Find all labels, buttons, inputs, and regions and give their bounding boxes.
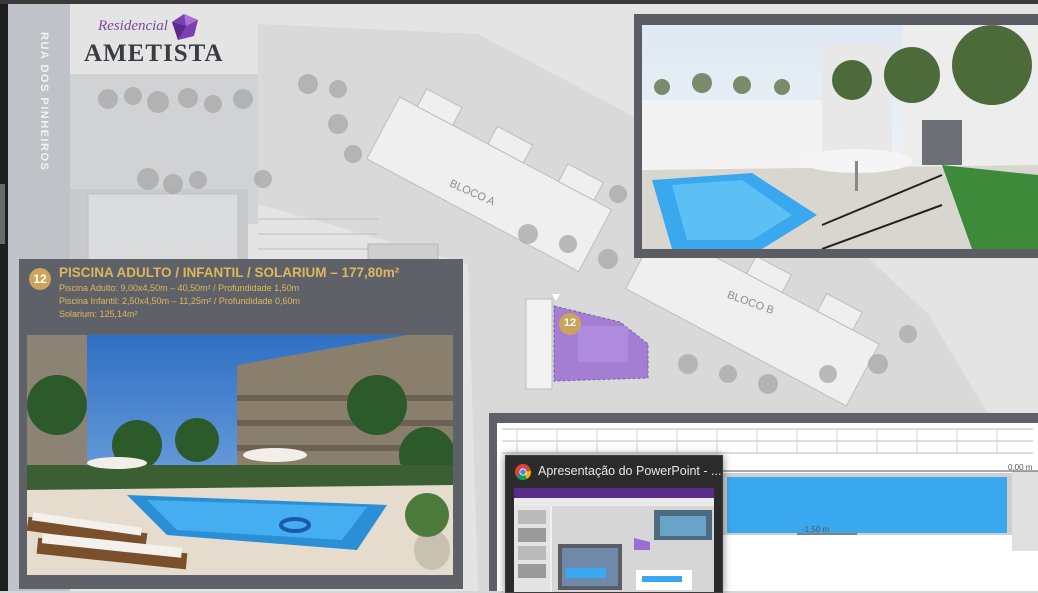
pool-render-main <box>27 335 453 575</box>
street-label: RUA DOS PINHEIROS <box>38 32 50 172</box>
amenity-detail-solarium: Solarium: 125,14m² <box>59 309 138 319</box>
section-level-top: 0,00 m <box>1008 463 1033 472</box>
amenity-detail-adult-pool: Piscina Adulto: 9,00x4,50m – 40,50m² / P… <box>59 283 300 293</box>
amenity-title: PISCINA ADULTO / INFANTIL / SOLARIUM – 1… <box>59 265 400 280</box>
preview-window-title: Apresentação do PowerPoint - ... <box>538 464 722 478</box>
left-edge-strip <box>0 4 8 591</box>
chrome-icon <box>515 464 531 480</box>
logo-name-text: AMETISTA <box>84 40 224 67</box>
preview-thumbnail[interactable] <box>514 488 714 592</box>
section-level-depth: -1,50 m <box>802 525 830 534</box>
logo-script-text: Residencial <box>98 18 168 34</box>
logo: Residencial AMETISTA <box>80 10 230 70</box>
amethyst-gem-icon <box>172 14 198 40</box>
amenity-detail-kids-pool: Piscina Infantil: 2,50x4,50m – 11,25m² /… <box>59 296 300 306</box>
amenity-number-badge: 12 <box>29 268 51 290</box>
pool-render-top <box>642 25 1038 249</box>
scroll-marker <box>0 184 5 244</box>
taskbar-window-preview[interactable]: Apresentação do PowerPoint - ... <box>505 455 723 593</box>
pool-marker-number: 12 <box>563 317 577 329</box>
